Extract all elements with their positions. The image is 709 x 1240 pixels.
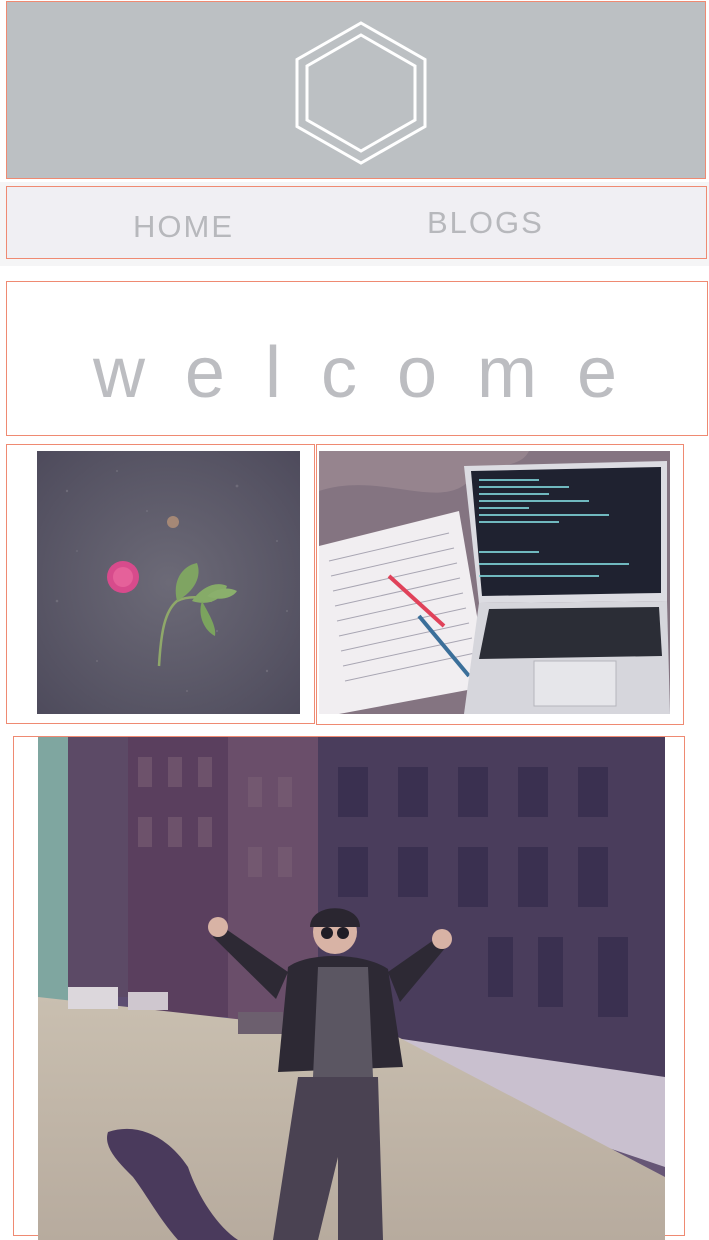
- welcome-section: welcome: [6, 281, 708, 436]
- flower-photo[interactable]: [37, 451, 300, 714]
- hexagon-logo-icon[interactable]: [291, 20, 431, 166]
- street-portrait-photo[interactable]: [38, 737, 665, 1240]
- welcome-heading: welcome: [92, 333, 658, 413]
- main-nav: HOME BLOGS: [6, 186, 707, 259]
- site-header: [6, 1, 706, 179]
- nav-link-blogs[interactable]: BLOGS: [427, 207, 544, 238]
- laptop-notebook-photo[interactable]: [319, 451, 670, 714]
- nav-link-home[interactable]: HOME: [133, 211, 234, 242]
